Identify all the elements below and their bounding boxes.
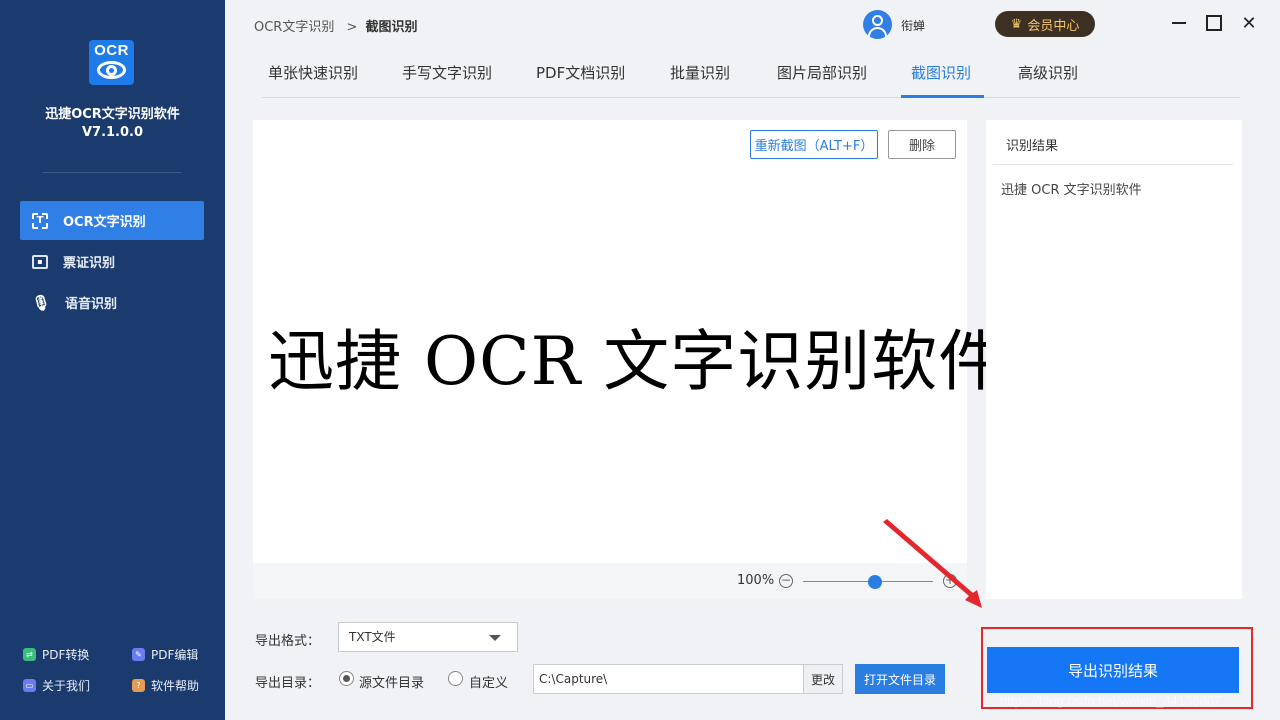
annotation-arrow-icon xyxy=(883,519,982,608)
